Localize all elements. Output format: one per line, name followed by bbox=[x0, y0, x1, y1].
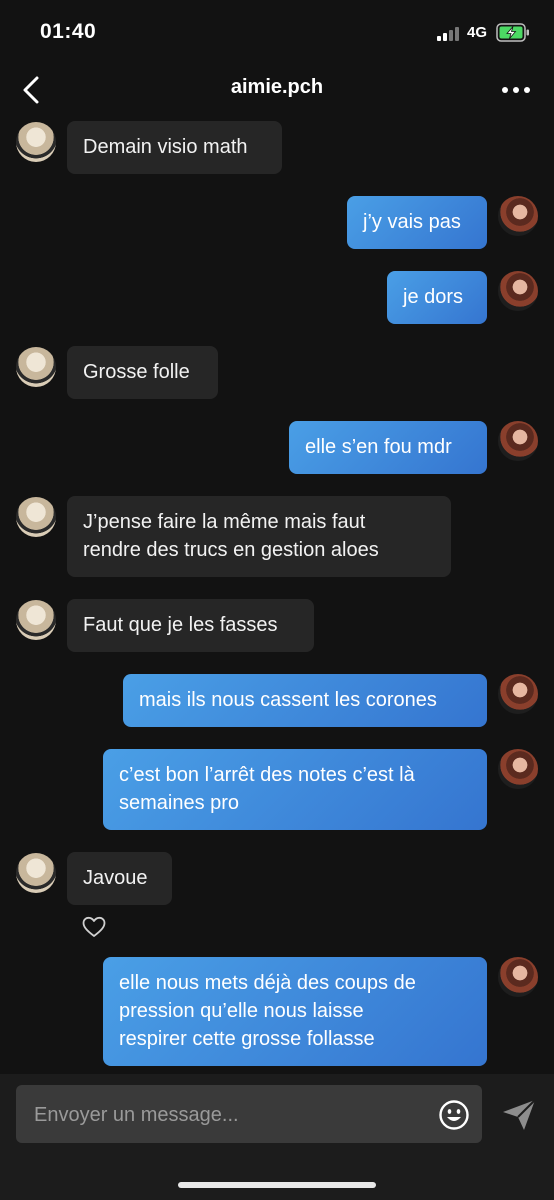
conversation-title: aimie.pch bbox=[230, 76, 324, 98]
status-bar: 01:40 4G bbox=[0, 0, 554, 66]
message-received[interactable]: J’pense faire la même mais faut rendre d… bbox=[67, 496, 451, 577]
message-line: J’pense faire la même mais faut bbox=[83, 511, 366, 533]
more-horizontal-icon[interactable] bbox=[500, 78, 532, 102]
message-line: c’est bon l’arrêt des notes c’est là bbox=[119, 764, 415, 786]
contact-avatar[interactable] bbox=[16, 497, 56, 537]
message-input-box[interactable] bbox=[16, 1085, 482, 1145]
message-line: rendre des trucs en gestion aloes bbox=[83, 539, 379, 561]
my-avatar[interactable] bbox=[498, 674, 538, 714]
message-line: pression qu’elle nous laisse bbox=[119, 1000, 364, 1022]
message-received[interactable]: Grosse folle bbox=[67, 346, 218, 399]
my-avatar[interactable] bbox=[498, 957, 538, 997]
status-time: 01:40 bbox=[40, 20, 97, 43]
heart-icon[interactable] bbox=[82, 916, 106, 938]
contact-avatar[interactable] bbox=[16, 600, 56, 640]
message-received[interactable]: Faut que je les fasses bbox=[67, 599, 314, 652]
message-line: elle nous mets déjà des coups de bbox=[119, 972, 416, 994]
message-line: semaines pro bbox=[119, 792, 240, 814]
message-sent[interactable]: je dors bbox=[387, 271, 487, 324]
my-avatar[interactable] bbox=[498, 196, 538, 236]
my-avatar[interactable] bbox=[498, 421, 538, 461]
contact-avatar[interactable] bbox=[16, 853, 56, 893]
my-avatar[interactable] bbox=[498, 749, 538, 789]
chat-header: aimie.pch bbox=[0, 66, 554, 114]
message-received[interactable]: Javoue bbox=[67, 852, 172, 905]
smile-icon[interactable] bbox=[438, 1099, 470, 1131]
message-sent[interactable]: mais ils nous cassent les corones bbox=[123, 674, 487, 727]
network-type: 4G bbox=[467, 24, 488, 41]
message-sent[interactable]: elle nous mets déjà des coups de pressio… bbox=[103, 957, 487, 1066]
contact-avatar[interactable] bbox=[16, 122, 56, 162]
home-indicator bbox=[178, 1182, 376, 1188]
battery-charging-icon bbox=[496, 23, 529, 42]
signal-strength-icon bbox=[437, 26, 461, 41]
message-line: respirer cette grosse follasse bbox=[119, 1028, 375, 1050]
message-sent[interactable]: j’y vais pas bbox=[347, 196, 487, 249]
send-icon[interactable] bbox=[500, 1097, 538, 1133]
message-input[interactable] bbox=[32, 1085, 436, 1145]
message-sent[interactable]: c’est bon l’arrêt des notes c’est là sem… bbox=[103, 749, 487, 830]
contact-avatar[interactable] bbox=[16, 347, 56, 387]
my-avatar[interactable] bbox=[498, 271, 538, 311]
message-sent[interactable]: elle s’en fou mdr bbox=[289, 421, 487, 474]
message-received[interactable]: Demain visio math bbox=[67, 121, 282, 174]
